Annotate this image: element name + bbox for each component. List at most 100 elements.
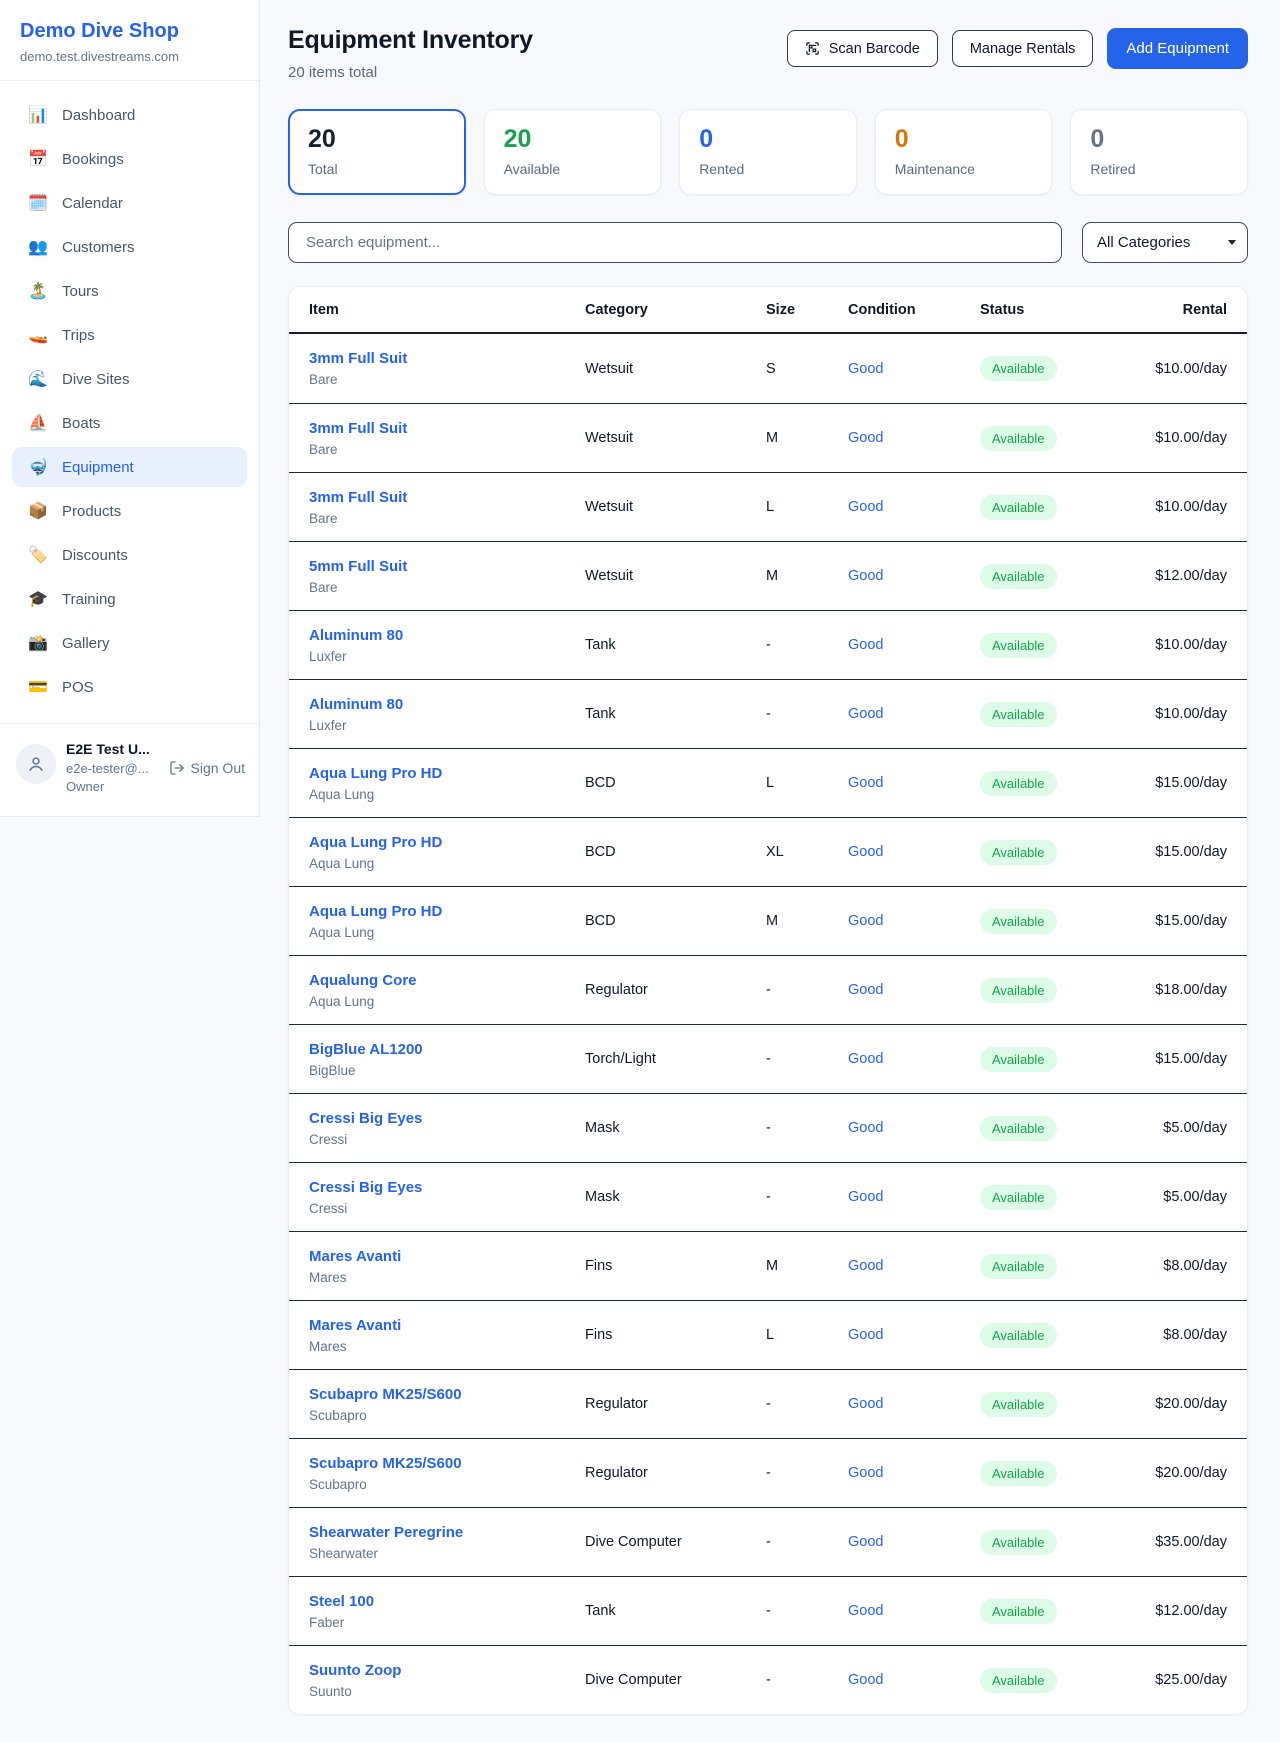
item-rental-price: $15.00/day <box>1115 844 1227 860</box>
table-row: 3mm Full Suit Bare Wetsuit M Good Availa… <box>289 403 1247 472</box>
item-condition-link[interactable]: Good <box>848 1465 883 1481</box>
item-category: Wetsuit <box>585 499 766 515</box>
item-cell: Aqualung Core Aqua Lung <box>309 972 585 1009</box>
sidebar-item-label: Customers <box>62 239 135 256</box>
item-condition-link[interactable]: Good <box>848 499 883 515</box>
manage-rentals-button[interactable]: Manage Rentals <box>952 30 1094 67</box>
sidebar-item-dive-sites[interactable]: 🌊 Dive Sites <box>12 359 247 399</box>
item-name-link[interactable]: Shearwater Peregrine <box>309 1524 463 1541</box>
stat-card-retired[interactable]: 0 Retired <box>1070 109 1248 195</box>
item-name-link[interactable]: Scubapro MK25/S600 <box>309 1386 462 1403</box>
item-name-link[interactable]: Mares Avanti <box>309 1317 401 1334</box>
item-name-link[interactable]: Mares Avanti <box>309 1248 401 1265</box>
sidebar-item-bookings[interactable]: 📅 Bookings <box>12 139 247 179</box>
column-header-category: Category <box>585 302 766 318</box>
item-condition-link[interactable]: Good <box>848 1258 883 1274</box>
item-name-link[interactable]: Scubapro MK25/S600 <box>309 1455 462 1472</box>
table-row: Aqua Lung Pro HD Aqua Lung BCD L Good Av… <box>289 748 1247 817</box>
condition-cell: Good <box>848 774 980 792</box>
item-size: S <box>766 361 848 377</box>
sidebar-item-boats[interactable]: ⛵ Boats <box>12 403 247 443</box>
item-condition-link[interactable]: Good <box>848 775 883 791</box>
item-name-link[interactable]: Aqua Lung Pro HD <box>309 834 442 851</box>
table-row: Scubapro MK25/S600 Scubapro Regulator - … <box>289 1369 1247 1438</box>
item-rental-price: $5.00/day <box>1115 1120 1227 1136</box>
status-cell: Available <box>980 771 1115 796</box>
condition-cell: Good <box>848 705 980 723</box>
sidebar-item-customers[interactable]: 👥 Customers <box>12 227 247 267</box>
item-name-link[interactable]: Aluminum 80 <box>309 696 403 713</box>
item-name-link[interactable]: 3mm Full Suit <box>309 350 407 367</box>
sidebar-item-dashboard[interactable]: 📊 Dashboard <box>12 95 247 135</box>
sidebar-item-discounts[interactable]: 🏷️ Discounts <box>12 535 247 575</box>
dashboard-icon: 📊 <box>28 105 48 125</box>
stat-card-maintenance[interactable]: 0 Maintenance <box>875 109 1053 195</box>
item-name-link[interactable]: 5mm Full Suit <box>309 558 407 575</box>
item-size: M <box>766 913 848 929</box>
item-name-link[interactable]: 3mm Full Suit <box>309 420 407 437</box>
status-badge: Available <box>980 1047 1057 1072</box>
item-brand: Aqua Lung <box>309 994 585 1009</box>
item-condition-link[interactable]: Good <box>848 1189 883 1205</box>
sign-out-button[interactable]: Sign Out <box>169 760 245 776</box>
item-name-link[interactable]: Aluminum 80 <box>309 627 403 644</box>
item-condition-link[interactable]: Good <box>848 1327 883 1343</box>
sidebar-item-trips[interactable]: 🚤 Trips <box>12 315 247 355</box>
table-row: Steel 100 Faber Tank - Good Available $1… <box>289 1576 1247 1645</box>
condition-cell: Good <box>848 843 980 861</box>
table-row: BigBlue AL1200 BigBlue Torch/Light - Goo… <box>289 1024 1247 1093</box>
sidebar-item-training[interactable]: 🎓 Training <box>12 579 247 619</box>
item-name-link[interactable]: Aqua Lung Pro HD <box>309 765 442 782</box>
status-cell: Available <box>980 978 1115 1003</box>
item-condition-link[interactable]: Good <box>848 1396 883 1412</box>
item-condition-link[interactable]: Good <box>848 361 883 377</box>
sidebar-item-tours[interactable]: 🏝️ Tours <box>12 271 247 311</box>
item-name-link[interactable]: 3mm Full Suit <box>309 489 407 506</box>
sidebar-item-products[interactable]: 📦 Products <box>12 491 247 531</box>
item-name-link[interactable]: Aqualung Core <box>309 972 417 989</box>
item-brand: Shearwater <box>309 1546 585 1561</box>
stat-card-available[interactable]: 20 Available <box>484 109 662 195</box>
item-condition-link[interactable]: Good <box>848 706 883 722</box>
category-select[interactable]: All Categories <box>1082 222 1248 263</box>
item-name-link[interactable]: Steel 100 <box>309 1593 374 1610</box>
column-header-item: Item <box>309 302 585 318</box>
item-condition-link[interactable]: Good <box>848 1120 883 1136</box>
status-cell: Available <box>980 1116 1115 1141</box>
item-name-link[interactable]: Cressi Big Eyes <box>309 1110 422 1127</box>
item-name-link[interactable]: BigBlue AL1200 <box>309 1041 423 1058</box>
item-condition-link[interactable]: Good <box>848 1672 883 1688</box>
item-condition-link[interactable]: Good <box>848 1603 883 1619</box>
item-condition-link[interactable]: Good <box>848 1051 883 1067</box>
sidebar-item-pos[interactable]: 💳 POS <box>12 667 247 707</box>
condition-cell: Good <box>848 1257 980 1275</box>
item-name-link[interactable]: Cressi Big Eyes <box>309 1179 422 1196</box>
sidebar-item-gallery[interactable]: 📸 Gallery <box>12 623 247 663</box>
status-badge: Available <box>980 356 1057 381</box>
item-condition-link[interactable]: Good <box>848 430 883 446</box>
item-category: Wetsuit <box>585 430 766 446</box>
item-name-link[interactable]: Aqua Lung Pro HD <box>309 903 442 920</box>
item-condition-link[interactable]: Good <box>848 568 883 584</box>
status-badge: Available <box>980 1461 1057 1486</box>
boats-icon: ⛵ <box>28 413 48 433</box>
stat-card-total[interactable]: 20 Total <box>288 109 466 195</box>
status-cell: Available <box>980 633 1115 658</box>
search-input[interactable] <box>288 222 1062 263</box>
status-badge: Available <box>980 495 1057 520</box>
item-name-link[interactable]: Suunto Zoop <box>309 1662 401 1679</box>
sidebar-item-equipment[interactable]: 🤿 Equipment <box>12 447 247 487</box>
item-condition-link[interactable]: Good <box>848 982 883 998</box>
sidebar-item-calendar[interactable]: 🗓️ Calendar <box>12 183 247 223</box>
item-category: Tank <box>585 1603 766 1619</box>
stat-card-rented[interactable]: 0 Rented <box>679 109 857 195</box>
item-condition-link[interactable]: Good <box>848 844 883 860</box>
scan-barcode-button[interactable]: Scan Barcode <box>787 30 938 67</box>
item-condition-link[interactable]: Good <box>848 913 883 929</box>
item-condition-link[interactable]: Good <box>848 637 883 653</box>
item-size: - <box>766 1603 848 1619</box>
condition-cell: Good <box>848 1395 980 1413</box>
add-equipment-button[interactable]: Add Equipment <box>1107 28 1248 69</box>
item-condition-link[interactable]: Good <box>848 1534 883 1550</box>
stat-value: 0 <box>1090 125 1228 154</box>
